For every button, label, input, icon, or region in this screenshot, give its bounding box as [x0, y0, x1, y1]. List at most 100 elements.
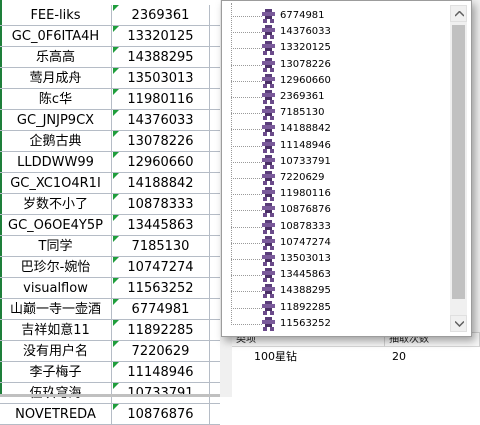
cell-comment-marker — [113, 257, 119, 263]
value-cell[interactable]: 7220629 — [112, 341, 210, 362]
value-cell[interactable]: 10747274 — [112, 257, 210, 278]
tree-view[interactable]: 6774981 14376033 13320125 13078226 12960660 2… — [222, 3, 448, 333]
cell-comment-marker — [113, 47, 119, 53]
value-cell[interactable]: 6774981 — [112, 299, 210, 320]
name-cell[interactable]: 没有用户名 — [0, 341, 112, 362]
value-cell[interactable]: 14188842 — [112, 173, 210, 194]
tree-branch-line — [231, 259, 262, 260]
value-cell[interactable]: 13320125 — [112, 26, 210, 47]
empty-cell[interactable] — [210, 173, 220, 194]
name-cell[interactable]: FEE-liks — [0, 5, 112, 26]
cell-comment-marker — [113, 173, 119, 179]
empty-cell[interactable] — [210, 362, 220, 383]
name-cell[interactable]: 巴珍尔-婉怡 — [0, 257, 112, 278]
tree-branch-line — [231, 113, 262, 115]
empty-cell[interactable] — [210, 299, 220, 320]
prize-count-cell[interactable]: 20 — [392, 347, 406, 367]
node-icon — [262, 268, 275, 283]
tree-branch-line — [231, 129, 262, 131]
empty-cell[interactable] — [210, 5, 220, 26]
empty-cell[interactable] — [210, 47, 220, 68]
name-cell[interactable]: 陈c华 — [0, 89, 112, 110]
name-cell[interactable]: 李子梅子 — [0, 362, 112, 383]
empty-cell[interactable] — [210, 404, 220, 425]
empty-cell[interactable] — [210, 110, 220, 131]
value-cell[interactable]: 7185130 — [112, 236, 210, 257]
cell-comment-marker — [113, 89, 119, 95]
value-cell[interactable]: 13503013 — [112, 68, 210, 89]
scroll-up-button[interactable] — [450, 5, 467, 22]
empty-cell[interactable] — [210, 278, 220, 299]
node-icon — [262, 171, 275, 185]
value-cell[interactable]: 11563252 — [112, 278, 210, 299]
empty-cell[interactable] — [210, 194, 220, 215]
sheet-row: 陈c华 11980116 — [0, 89, 220, 110]
name-cell[interactable]: 莺月成舟 — [0, 68, 112, 89]
value-cell[interactable]: 12960660 — [112, 152, 210, 173]
name-cell[interactable]: 企鹅古典 — [0, 131, 112, 152]
value-cell[interactable]: 13445863 — [112, 215, 210, 236]
empty-cell[interactable] — [210, 236, 220, 257]
node-icon — [262, 300, 275, 315]
node-icon — [262, 57, 275, 72]
empty-cell[interactable] — [210, 320, 220, 341]
cell-comment-marker — [113, 362, 119, 368]
cell-comment-marker — [113, 278, 119, 284]
scroll-down-button[interactable] — [450, 315, 467, 332]
name-cell[interactable]: T同学 — [0, 236, 112, 257]
name-cell[interactable]: GC_O6OE4Y5P — [0, 215, 112, 236]
cell-comment-marker — [113, 152, 119, 158]
name-cell[interactable]: GC_0F6ITA4H — [0, 26, 112, 47]
value-cell[interactable]: 13078226 — [112, 131, 210, 152]
sheet-row: 乐高高 14388295 — [0, 47, 220, 68]
value-cell[interactable]: 10876876 — [112, 404, 210, 425]
node-icon — [262, 90, 275, 104]
tree-branch-line — [231, 145, 262, 147]
value-cell[interactable]: 11980116 — [112, 89, 210, 110]
prize-item-cell[interactable]: 100星钻 — [254, 347, 297, 367]
node-icon — [262, 25, 275, 40]
sheet-row: 山巅一寺一壶酒 6774981 — [0, 299, 220, 320]
empty-cell[interactable] — [210, 68, 220, 89]
chevron-down-icon — [455, 321, 464, 327]
name-cell[interactable]: 乐高高 — [0, 47, 112, 68]
name-cell[interactable]: GC_JNJP9CX — [0, 110, 112, 131]
sheet-row: GC_JNJP9CX 14376033 — [0, 110, 220, 131]
value-cell[interactable]: 14388295 — [112, 47, 210, 68]
name-cell[interactable]: 岁数不小了 — [0, 194, 112, 215]
name-cell[interactable]: 山巅一寺一壶酒 — [0, 299, 112, 320]
node-icon — [262, 284, 275, 299]
node-icon — [262, 235, 275, 250]
value-cell[interactable]: 2369361 — [112, 5, 210, 26]
name-cell[interactable]: NOVETREDA — [0, 404, 112, 425]
prize-list: 类项 抽取次数 100星钻 20 — [232, 332, 480, 398]
cell-comment-marker — [113, 26, 119, 32]
empty-cell[interactable] — [210, 257, 220, 278]
name-cell[interactable]: LLDDWW99 — [0, 152, 112, 173]
empty-cell[interactable] — [210, 131, 220, 152]
empty-cell[interactable] — [210, 152, 220, 173]
tree-branch-line — [231, 48, 262, 50]
value-cell[interactable]: 11892285 — [112, 320, 210, 341]
value-cell[interactable]: 11148946 — [112, 362, 210, 383]
name-cell[interactable]: GC_XC1O4R1I — [0, 173, 112, 194]
tree-branch-line — [231, 275, 262, 277]
scroll-thumb[interactable] — [452, 25, 465, 299]
sheet-row: 李子梅子 11148946 — [0, 362, 220, 383]
sheet-row: LLDDWW99 12960660 — [0, 152, 220, 173]
name-cell[interactable]: 吉祥如意11 — [0, 320, 112, 341]
node-icon — [262, 9, 275, 23]
sheet-row: NOVETREDA 10876876 — [0, 404, 220, 425]
empty-cell[interactable] — [210, 89, 220, 110]
cell-comment-marker — [113, 404, 119, 410]
empty-cell[interactable] — [210, 215, 220, 236]
cell-comment-marker — [113, 215, 119, 221]
vertical-scrollbar[interactable] — [450, 5, 467, 332]
empty-cell[interactable] — [210, 26, 220, 47]
empty-cell[interactable] — [210, 341, 220, 362]
tree-branch-line — [231, 226, 262, 228]
value-cell[interactable]: 10878333 — [112, 194, 210, 215]
value-cell[interactable]: 14376033 — [112, 110, 210, 131]
name-cell[interactable]: visualflow — [0, 278, 112, 299]
tree-connector-line — [231, 3, 232, 325]
